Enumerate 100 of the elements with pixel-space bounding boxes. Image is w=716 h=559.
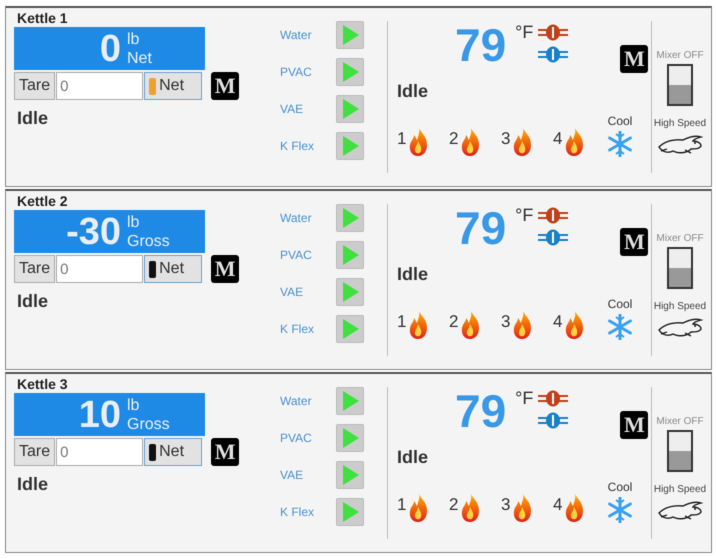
temperature-unit: °F bbox=[515, 22, 534, 43]
tare-field[interactable]: 0 bbox=[56, 438, 144, 466]
snowflake-icon bbox=[607, 131, 633, 157]
manual-button[interactable]: M bbox=[620, 228, 648, 256]
flame-icon bbox=[564, 127, 584, 157]
burner-number: 2 bbox=[449, 129, 458, 149]
flame-icon bbox=[460, 310, 480, 340]
manual-button[interactable]: M bbox=[211, 255, 240, 283]
weight-mode: Gross bbox=[127, 232, 171, 250]
weight-unit: lb bbox=[127, 30, 140, 48]
speed-label: High Speed bbox=[654, 484, 706, 495]
cool-label: Cool bbox=[608, 480, 632, 494]
burner-number: 1 bbox=[397, 495, 406, 515]
valve-icon bbox=[538, 46, 568, 63]
burner-number: 1 bbox=[397, 129, 406, 149]
heat-status: Idle bbox=[397, 447, 430, 468]
play-button[interactable] bbox=[336, 315, 364, 343]
flame-icon bbox=[564, 493, 584, 523]
play-button[interactable] bbox=[336, 204, 364, 232]
tare-button[interactable]: Tare bbox=[14, 72, 56, 100]
pump-label: PVAC bbox=[280, 431, 313, 445]
flame-icon bbox=[564, 310, 584, 340]
pump-label: Water bbox=[280, 28, 313, 42]
net-button[interactable]: Net bbox=[144, 438, 202, 466]
mixer-label: Mixer OFF bbox=[656, 233, 704, 244]
valve-icon bbox=[538, 229, 568, 246]
weight-value: 10 bbox=[78, 394, 121, 434]
burner-number: 4 bbox=[553, 312, 562, 332]
weight-mode: Gross bbox=[127, 414, 171, 434]
flame-icon bbox=[512, 127, 532, 157]
burner-number: 2 bbox=[449, 312, 458, 332]
net-button[interactable]: Net bbox=[144, 72, 202, 100]
play-icon bbox=[343, 282, 359, 302]
play-icon bbox=[343, 25, 359, 45]
pump-label: VAE bbox=[280, 102, 304, 116]
play-button[interactable] bbox=[336, 58, 364, 86]
tare-field[interactable]: 0 bbox=[56, 255, 144, 283]
burner-number: 3 bbox=[501, 129, 510, 149]
pump-label: VAE bbox=[280, 468, 304, 482]
status-text: Idle bbox=[17, 291, 50, 312]
temperature-unit: °F bbox=[515, 205, 534, 226]
temperature-value: 79 bbox=[455, 387, 506, 435]
valve-icon bbox=[538, 207, 568, 224]
play-button[interactable] bbox=[336, 132, 364, 160]
mixer-switch[interactable] bbox=[667, 430, 693, 472]
flame-icon bbox=[460, 493, 480, 523]
play-icon bbox=[343, 136, 359, 156]
heat-status: Idle bbox=[397, 81, 430, 102]
manual-button[interactable]: M bbox=[620, 45, 648, 73]
mixer-switch[interactable] bbox=[667, 247, 693, 289]
status-text: Idle bbox=[17, 474, 50, 495]
pump-label: PVAC bbox=[280, 65, 313, 79]
status-text: Idle bbox=[17, 108, 50, 129]
weight-unit: lb bbox=[127, 212, 140, 232]
speed-label: High Speed bbox=[654, 301, 706, 312]
snowflake-icon bbox=[607, 497, 633, 523]
mixer-label: Mixer OFF bbox=[656, 416, 704, 427]
manual-button[interactable]: M bbox=[211, 72, 240, 100]
tare-field[interactable]: 0 bbox=[56, 72, 144, 100]
tare-button[interactable]: Tare bbox=[14, 438, 56, 466]
play-button[interactable] bbox=[336, 424, 364, 452]
pump-label: K Flex bbox=[280, 139, 316, 153]
play-button[interactable] bbox=[336, 278, 364, 306]
flame-icon bbox=[460, 127, 480, 157]
weight-mode: Net bbox=[127, 48, 153, 68]
manual-button[interactable]: M bbox=[620, 411, 648, 439]
pump-label: VAE bbox=[280, 285, 304, 299]
manual-button[interactable]: M bbox=[211, 438, 240, 466]
play-button[interactable] bbox=[336, 241, 364, 269]
play-button[interactable] bbox=[336, 21, 364, 49]
weight-unit: lb bbox=[127, 396, 140, 414]
heat-status: Idle bbox=[397, 264, 430, 285]
play-icon bbox=[343, 62, 359, 82]
play-button[interactable] bbox=[336, 95, 364, 123]
play-button[interactable] bbox=[336, 461, 364, 489]
temperature-unit: °F bbox=[515, 388, 534, 409]
temperature-value: 79 bbox=[455, 21, 506, 69]
cool-label: Cool bbox=[608, 297, 632, 311]
net-button[interactable]: Net bbox=[144, 255, 202, 283]
flame-icon bbox=[512, 493, 532, 523]
temperature-value: 79 bbox=[455, 204, 506, 252]
play-button[interactable] bbox=[336, 498, 364, 526]
mixer-switch[interactable] bbox=[667, 64, 693, 106]
play-icon bbox=[343, 428, 359, 448]
play-icon bbox=[343, 99, 359, 119]
tare-button[interactable]: Tare bbox=[14, 255, 56, 283]
play-icon bbox=[343, 502, 359, 522]
play-icon bbox=[343, 465, 359, 485]
burner-number: 2 bbox=[449, 495, 458, 515]
pump-label: K Flex bbox=[280, 322, 316, 336]
play-icon bbox=[343, 208, 359, 228]
pump-label: K Flex bbox=[280, 505, 316, 519]
play-icon bbox=[343, 319, 359, 339]
kettle-title: Kettle 2 bbox=[17, 193, 69, 210]
pump-label: Water bbox=[280, 394, 313, 408]
valve-icon bbox=[538, 412, 568, 429]
play-button[interactable] bbox=[336, 387, 364, 415]
burner-number: 4 bbox=[553, 495, 562, 515]
flame-icon bbox=[408, 127, 428, 157]
burner-number: 4 bbox=[553, 129, 562, 149]
